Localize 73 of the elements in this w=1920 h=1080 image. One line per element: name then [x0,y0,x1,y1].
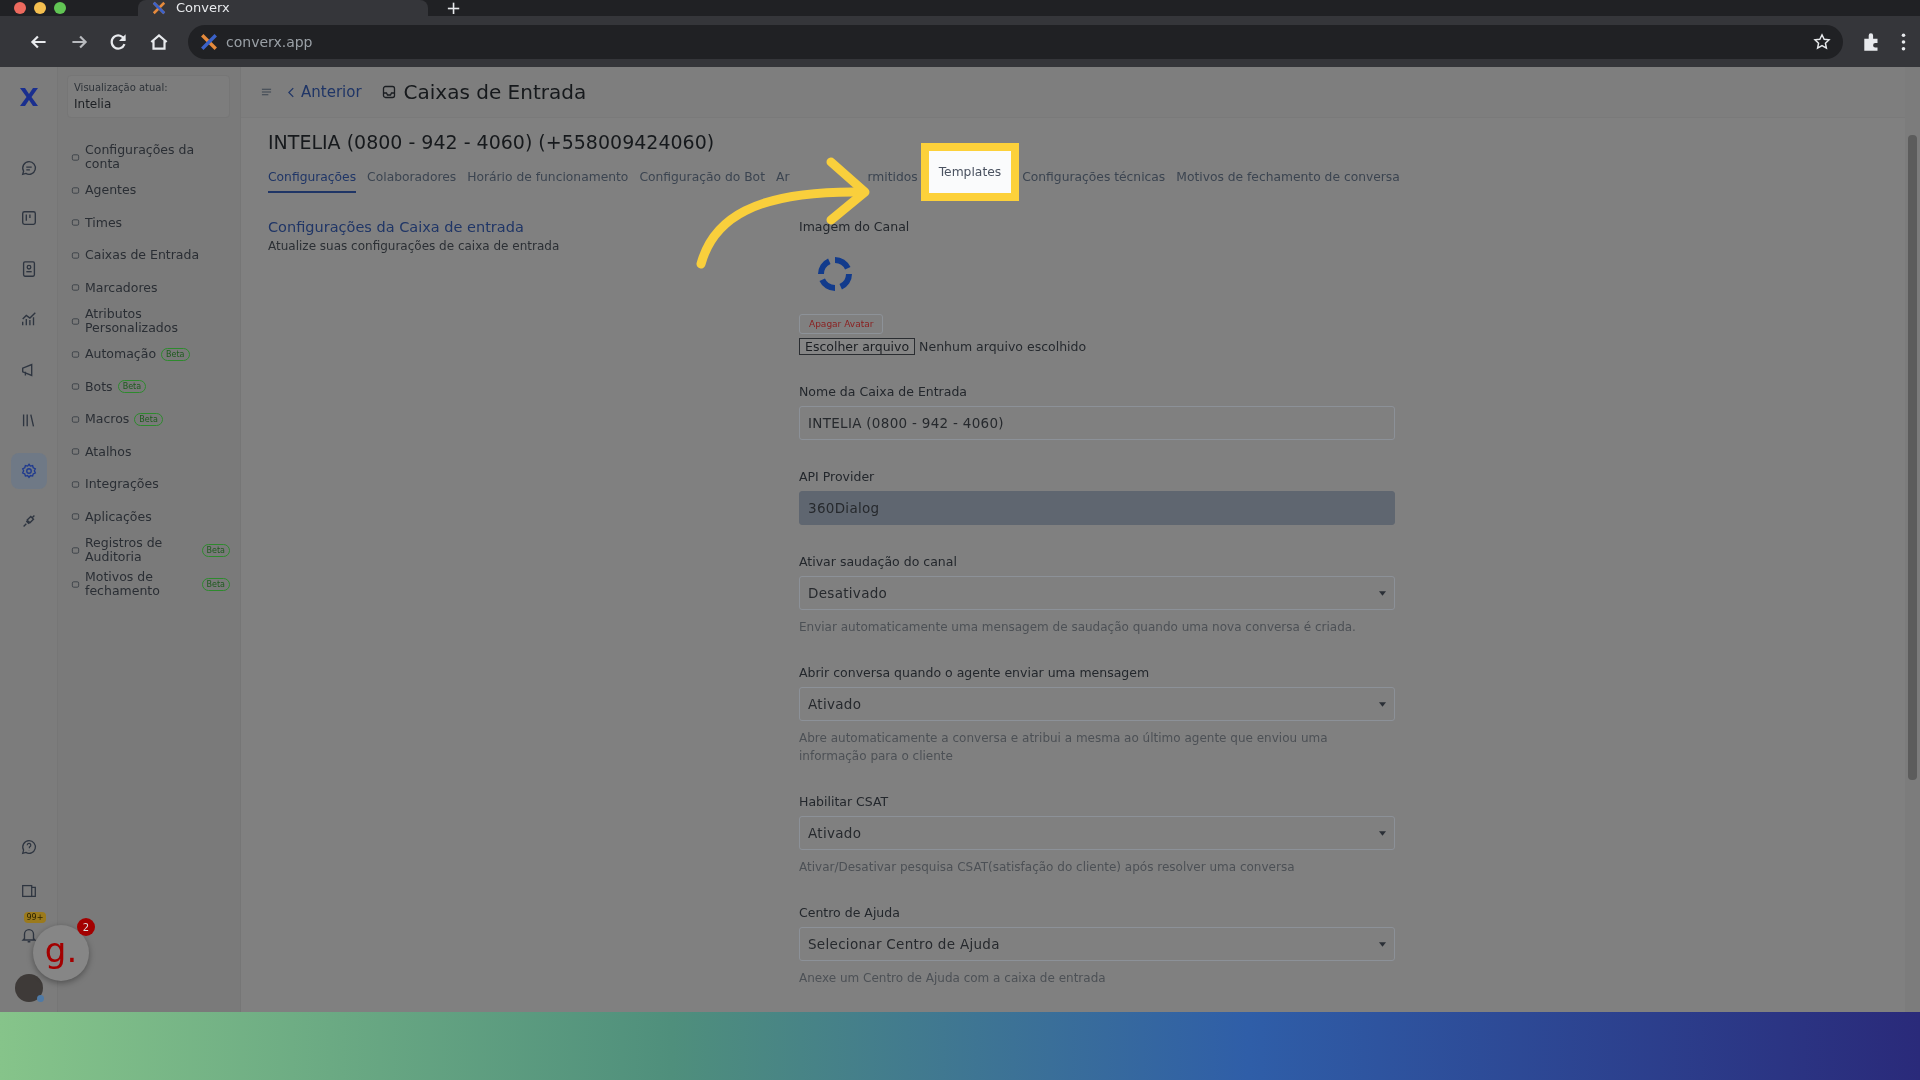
sidebar-item[interactable]: Configurações da conta [85,143,203,171]
status-dot [36,995,44,1002]
input-field[interactable]: INTELIA (0800 - 942 - 4060) [799,406,1395,440]
new-tab-button[interactable]: + [446,0,462,16]
section-description: Atualize suas configurações de caixa de entrada [268,239,561,253]
sidebar-item[interactable]: Motivos de fechamento [85,570,197,598]
chat-icon [19,158,38,177]
chevron-left-icon [288,86,295,98]
field-label: Nome da Caixa de Entrada [799,384,968,399]
delete-avatar-button[interactable]: Apagar Avatar [799,314,884,334]
caret-down-icon [1379,701,1386,707]
caret-down-icon [1379,590,1386,596]
scrollbar-thumb[interactable] [1908,135,1917,780]
tab[interactable]: Configuração do Bot [639,167,765,191]
inbox-title: INTELIA (0800 - 942 - 4060) (+558009424060) [268,131,716,153]
tab[interactable]: Colaboradores [367,167,457,191]
menu-icon[interactable] [261,87,272,97]
page-title: Caixas de Entrada [403,80,587,104]
caret-down-icon [1379,830,1386,836]
help-icon[interactable] [19,838,38,856]
tab[interactable]: Configurações técnicas [1022,167,1166,191]
file-status: Nenhum arquivo escolhido [919,339,1087,354]
tab[interactable]: Configurações [268,167,357,193]
sidebar-item[interactable]: Registros de Auditoria [85,536,197,564]
back-link[interactable]: Anterior [288,83,362,101]
tab[interactable]: Horário de funcionamento [467,167,629,191]
account-name: Intelia [74,97,113,111]
field-label: Habilitar CSAT [799,794,890,809]
sidebar-item[interactable]: Atributos Personalizados [85,307,203,335]
more-menu-icon[interactable] [1901,32,1906,51]
select-dropdown[interactable]: Ativado [799,687,1395,721]
sidebar-item[interactable]: Aplicações [85,509,152,524]
field-label: Ativar saudação do canal [799,554,958,569]
user-avatar[interactable] [14,974,43,1002]
section-title: Configurações da Caixa de entrada [268,219,525,235]
caret-down-icon [1379,941,1386,947]
chart-icon [19,310,38,328]
sidebar-item[interactable]: Integrações [85,477,159,492]
sidebar-item[interactable]: Automação [85,347,157,362]
account-switcher[interactable]: Visualização atual: Intelia [67,75,230,118]
sidebar-item[interactable]: Caixas de Entrada [85,248,200,263]
maximize-window-icon[interactable] [54,2,66,14]
field-label: Abrir conversa quando o agente enviar uma mensagem [799,665,1151,680]
board-icon [19,209,38,227]
settings-icon [19,461,38,480]
channel-logo-icon [815,254,855,294]
book-icon[interactable] [19,882,38,900]
tab[interactable]: Ar rmitidos [775,167,918,191]
sidebar-item[interactable]: Bots [85,379,113,394]
input-field: 360Dialog [799,491,1395,525]
settings-nav-button[interactable] [10,452,47,489]
sidebar-item[interactable]: Times [85,215,123,230]
account-label: Visualização atual: [74,82,169,93]
select-dropdown[interactable]: Desativado [799,576,1395,610]
x-logo-icon [152,1,166,15]
sidebar-item[interactable]: Macros [85,412,130,427]
sidebar-item[interactable]: Agentes [85,183,137,198]
field-label: API Provider [799,469,876,484]
address-bar[interactable]: converx.app [188,24,1843,59]
select-dropdown[interactable]: Selecionar Centro de Ajuda [799,927,1395,961]
field-label: Imagem do Canal [799,219,910,234]
sidebar-item[interactable]: Marcadores [85,280,158,295]
browser-tab[interactable]: Converx [138,0,428,16]
close-window-icon[interactable] [14,2,26,14]
notification-count: 99+ [23,912,47,923]
x-logo-icon [200,32,218,51]
bell-icon[interactable] [19,926,38,944]
field-label: Centro de Ajuda [799,905,901,920]
minimize-window-icon[interactable] [34,2,46,14]
sidebar-item[interactable]: Atalhos [85,444,132,459]
tab[interactable]: Motivos de fechamento de conversa [1176,167,1400,191]
choose-file-button[interactable]: Escolher arquivo [799,338,916,355]
select-dropdown[interactable]: Ativado [799,816,1395,850]
